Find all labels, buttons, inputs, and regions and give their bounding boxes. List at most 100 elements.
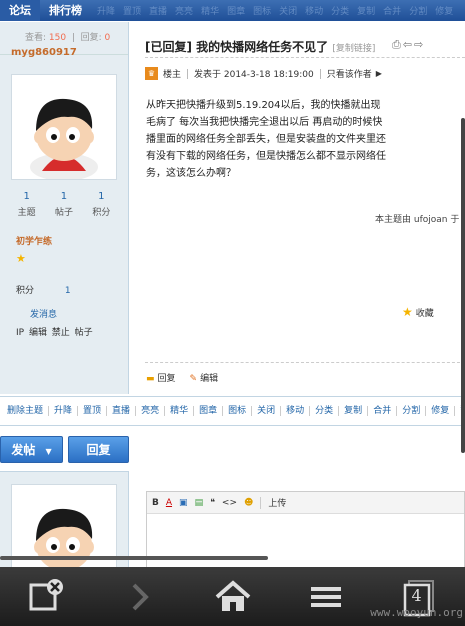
smiley-icon[interactable]: ☻ — [244, 498, 253, 508]
title-icons: ⎙⇦⇨ — [392, 38, 425, 52]
mod-split[interactable]: 分割 — [397, 406, 427, 416]
views-label: 查看: — [25, 33, 47, 43]
next-icon[interactable]: ⇨ — [414, 38, 425, 51]
points-value: 1 — [64, 286, 71, 296]
moderation-note: 本主题由 ufojoan 于 — [375, 215, 460, 225]
tab-count: 4 — [411, 585, 422, 605]
watermark: www.wooyun.org — [370, 606, 463, 619]
forward-button[interactable] — [118, 575, 162, 619]
editor-toolbar: B A ▣ ▤ ❝ <> ☻ 上传 — [147, 492, 464, 514]
home-button[interactable] — [211, 575, 255, 619]
user-rank[interactable]: 初学乍练 — [16, 234, 52, 247]
new-post-label: 发帖 — [11, 443, 36, 457]
attach-icon[interactable]: ▤ — [195, 498, 204, 508]
count-label: 帖子 — [54, 208, 73, 218]
ghost-link: 图标 — [253, 7, 272, 17]
views-count: 150 — [48, 33, 67, 43]
bold-icon[interactable]: B — [152, 498, 159, 508]
owner-icon: ♛ — [145, 67, 158, 80]
points-label: 积分 — [16, 286, 35, 296]
mod-live[interactable]: 直播 — [107, 406, 137, 416]
upload-button[interactable]: 上传 — [268, 496, 286, 509]
reply-action[interactable]: ▬ 回复 — [146, 371, 176, 384]
favorite-label: 收藏 — [415, 308, 434, 319]
mod-move[interactable]: 移动 — [281, 406, 311, 416]
ghost-link: 分割 — [409, 7, 428, 17]
ghost-link: 移动 — [305, 7, 324, 17]
vertical-scrollbar[interactable] — [461, 118, 465, 453]
divider — [145, 57, 465, 58]
tab-leaderboard[interactable]: 排行榜 — [40, 0, 91, 21]
play-arrow-icon[interactable]: ▶ — [376, 69, 382, 78]
post-meta: ♛ 楼主 发表于 2014-3-18 18:19:00 只看该作者 ▶ — [145, 67, 382, 80]
tab-forum[interactable]: 论坛 — [0, 0, 40, 21]
count-posts[interactable]: 1 帖子 — [45, 191, 82, 218]
ghost-mod-links: 升降 置顶 直播 亮亮 精华 图章 图标 关闭 移动 分类 复制 合并 分割 修… — [91, 4, 453, 17]
mod-copy[interactable]: 复制 — [339, 406, 369, 416]
code-icon[interactable]: <> — [222, 498, 237, 508]
mod-repair[interactable]: 修复 — [426, 406, 456, 416]
avatar[interactable] — [11, 484, 117, 574]
menu-button[interactable] — [304, 575, 348, 619]
close-tab-button[interactable] — [25, 575, 69, 619]
divider — [319, 68, 321, 79]
owner-badge: 楼主 — [163, 70, 182, 80]
caret-down-icon: ▼ — [45, 447, 52, 456]
ghost-link: 合并 — [383, 7, 402, 17]
mod-close[interactable]: 关闭 — [252, 406, 282, 416]
post-actions: ▬ 回复 ✎ 编辑 — [146, 371, 218, 384]
font-color-icon[interactable]: A — [166, 498, 172, 508]
count-threads[interactable]: 1 主题 — [8, 191, 45, 218]
avatar[interactable] — [11, 74, 117, 181]
reply-icon: ▬ — [146, 374, 155, 384]
mod-stamp[interactable]: 图章 — [194, 406, 224, 416]
close-tab-icon — [29, 578, 63, 610]
send-message-link[interactable]: 发消息 — [30, 307, 57, 320]
horizontal-scrollbar[interactable] — [0, 556, 268, 560]
admin-links[interactable]: IP 编辑 禁止 帖子 — [16, 325, 93, 338]
edit-action[interactable]: ✎ 编辑 — [190, 371, 219, 384]
author-only-link[interactable]: 只看该作者 — [327, 67, 372, 80]
ghost-link: 升降 — [97, 7, 116, 17]
count-label: 主题 — [17, 208, 36, 218]
mod-icon[interactable]: 图标 — [223, 406, 253, 416]
mod-digest[interactable]: 精华 — [165, 406, 195, 416]
replies-count: 0 — [104, 33, 111, 43]
thread-title: [已回复] 我的快播网络任务不见了 [复制链接] — [145, 38, 375, 55]
divider — [187, 68, 189, 79]
count-value: 1 — [98, 191, 105, 202]
reply-button[interactable]: 回复 — [68, 436, 129, 463]
reply-label: 回复 — [157, 374, 176, 384]
ghost-link: 精华 — [201, 7, 220, 17]
star-icon: ★ — [16, 252, 26, 265]
pencil-icon: ✎ — [189, 374, 198, 384]
prev-icon[interactable]: ⇦ — [403, 38, 414, 51]
ghost-link: 直播 — [149, 7, 168, 17]
mod-pin[interactable]: 置顶 — [78, 406, 108, 416]
image-icon[interactable]: ▣ — [179, 498, 188, 508]
mod-highlight[interactable]: 亮亮 — [136, 406, 166, 416]
new-post-button[interactable]: 发帖 ▼ — [0, 436, 63, 463]
ghost-link: 亮亮 — [175, 7, 194, 17]
count-points[interactable]: 1 积分 — [83, 191, 120, 218]
divider — [145, 362, 465, 363]
favorite-button[interactable]: ★ 收藏 — [402, 305, 434, 319]
post-time: 发表于 2014-3-18 18:19:00 — [194, 70, 314, 80]
home-icon — [215, 579, 250, 611]
divider — [260, 496, 262, 509]
mod-delete-thread[interactable]: 删除主题 — [2, 406, 50, 416]
mod-category[interactable]: 分类 — [310, 406, 340, 416]
mod-merge[interactable]: 合并 — [368, 406, 398, 416]
points-row: 积分 1 — [16, 283, 71, 296]
count-value: 1 — [23, 191, 30, 202]
thread-title-text: [已回复] 我的快播网络任务不见了 — [145, 40, 329, 54]
copy-link[interactable]: [复制链接] — [332, 44, 375, 54]
star-icon: ★ — [402, 305, 413, 319]
edit-label: 编辑 — [200, 374, 219, 384]
ghost-link: 置顶 — [123, 7, 142, 17]
author-username[interactable]: myg860917 — [11, 47, 77, 58]
print-icon[interactable]: ⎙ — [392, 38, 403, 51]
quote-icon[interactable]: ❝ — [210, 498, 215, 508]
mod-bump[interactable]: 升降 — [49, 406, 79, 416]
top-nav: 论坛 排行榜 升降 置顶 直播 亮亮 精华 图章 图标 关闭 移动 分类 复制 … — [0, 0, 465, 21]
